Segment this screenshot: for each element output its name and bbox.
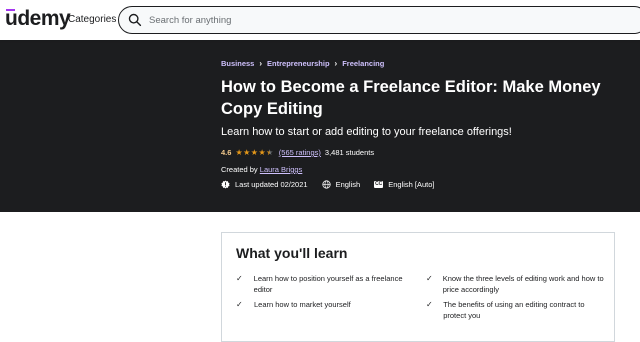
course-title: How to Become a Freelance Editor: Make M… xyxy=(221,78,601,118)
alert-badge-icon xyxy=(221,180,230,189)
learn-item-text: Learn how to position yourself as a free… xyxy=(253,274,403,294)
list-item: ✓ The benefits of using an editing contr… xyxy=(426,299,606,321)
check-icon: ✓ xyxy=(426,300,433,309)
list-item: ✓ Know the three levels of editing work … xyxy=(426,273,606,295)
learn-item-text: The benefits of using an editing contrac… xyxy=(443,300,585,320)
breadcrumb-business[interactable]: Business xyxy=(221,59,254,68)
language-text: English xyxy=(335,180,361,189)
rating-row: 4.6 ★ ★ ★ ★ ★ (565 ratings) 3,481 studen… xyxy=(221,148,374,157)
learn-item-text: Learn how to market yourself xyxy=(254,300,351,309)
captions-text: English [Auto] xyxy=(388,180,435,189)
globe-icon xyxy=(321,180,331,189)
chevron-right-icon: › xyxy=(334,59,338,68)
half-star-icon: ★ xyxy=(266,147,274,157)
course-meta: Last updated 02/2021 English CC English … xyxy=(221,180,448,189)
check-icon: ✓ xyxy=(236,274,243,283)
learn-item-text: Know the three levels of editing work an… xyxy=(442,274,604,294)
top-navigation-bar: u demy Categories xyxy=(0,0,640,40)
last-updated-text: Last updated 02/2021 xyxy=(235,180,308,189)
students-count: 3,481 students xyxy=(324,148,375,157)
list-item: ✓ Learn how to position yourself as a fr… xyxy=(236,273,416,295)
star-icon: ★ xyxy=(250,147,258,157)
breadcrumb: Business › Entrepreneurship › Freelancin… xyxy=(221,59,384,68)
breadcrumb-freelancing[interactable]: Freelancing xyxy=(342,59,384,68)
categories-menu[interactable]: Categories xyxy=(68,14,116,25)
course-hero: Business › Entrepreneurship › Freelancin… xyxy=(0,40,640,212)
star-rating: ★ ★ ★ ★ ★ xyxy=(235,147,274,157)
captions: CC English [Auto] xyxy=(374,180,434,189)
check-icon: ✓ xyxy=(236,300,243,309)
search-input[interactable] xyxy=(149,11,629,29)
check-icon: ✓ xyxy=(426,274,433,283)
closed-captions-icon: CC xyxy=(374,181,384,188)
course-subtitle: Learn how to start or add editing to you… xyxy=(221,126,512,138)
last-updated: Last updated 02/2021 xyxy=(221,180,308,189)
created-by: Created by Laura Briggs xyxy=(221,165,302,174)
star-icon: ★ xyxy=(258,147,266,157)
udemy-logo[interactable]: u demy xyxy=(5,7,71,31)
list-item: ✓ Learn how to market yourself xyxy=(236,299,416,310)
star-icon: ★ xyxy=(243,147,251,157)
star-icon: ★ xyxy=(235,147,243,157)
search-icon[interactable] xyxy=(128,13,142,27)
language: English xyxy=(321,180,361,189)
learn-heading: What you'll learn xyxy=(236,245,348,261)
what-youll-learn-box: What you'll learn ✓ Learn how to positio… xyxy=(221,232,615,342)
ratings-count-link[interactable]: (565 ratings) xyxy=(279,148,321,157)
chevron-right-icon: › xyxy=(259,59,263,68)
breadcrumb-entrepreneurship[interactable]: Entrepreneurship xyxy=(267,59,330,68)
search-bar[interactable] xyxy=(118,6,640,34)
rating-score: 4.6 xyxy=(221,148,232,157)
instructor-link[interactable]: Laura Briggs xyxy=(260,165,303,174)
created-by-label: Created by xyxy=(221,165,258,174)
